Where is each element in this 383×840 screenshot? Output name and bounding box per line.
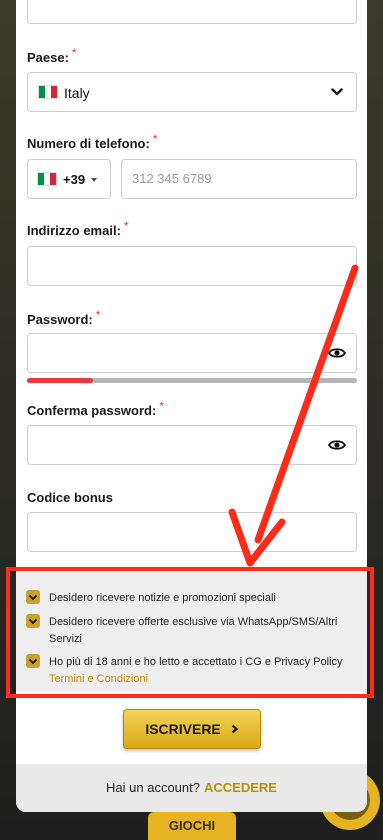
annotation-arrow-icon: [228, 264, 359, 567]
